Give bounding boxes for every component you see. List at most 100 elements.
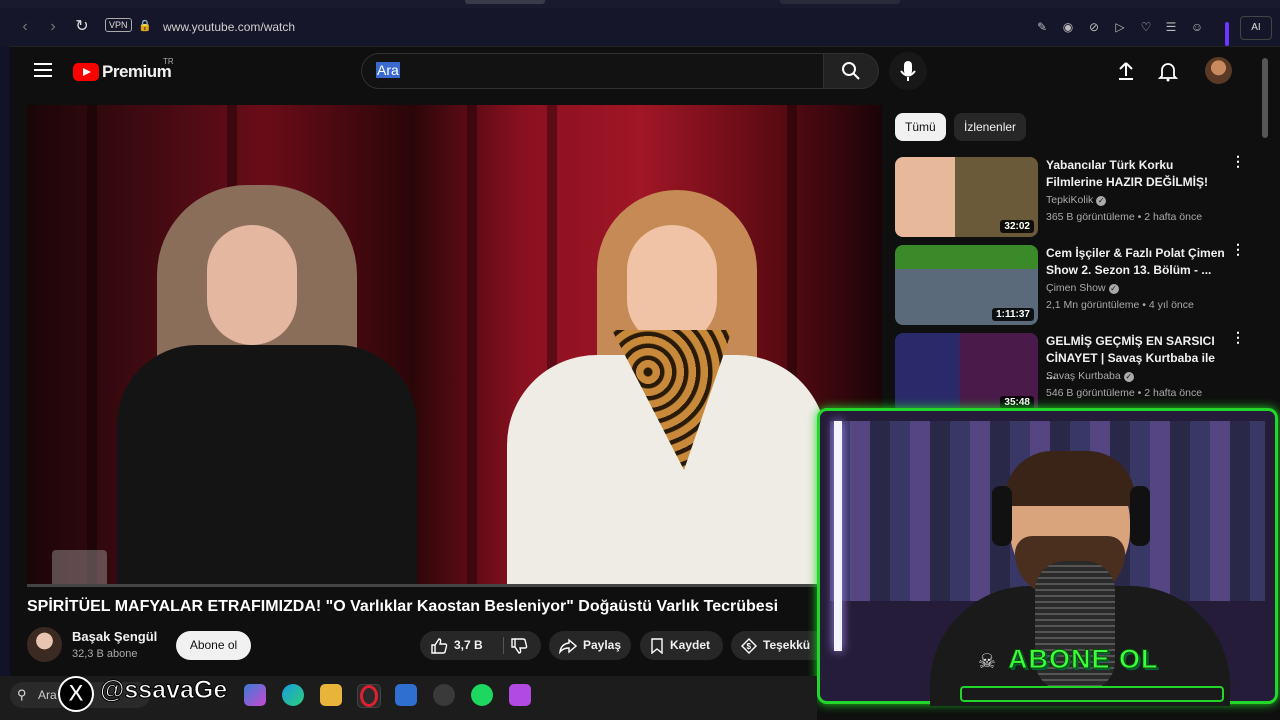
browser-sidebar xyxy=(0,46,10,720)
ai-button[interactable]: AI xyxy=(1240,16,1272,40)
overlay-bar xyxy=(960,686,1224,702)
video-title: SPİRİTÜEL MAFYALAR ETRAFIMIZDA! "O Varlı… xyxy=(27,598,779,615)
recommendation-item[interactable]: 1:11:37 Cem İşçiler & Fazlı Polat Çimen … xyxy=(895,242,1250,327)
thanks-icon: $ xyxy=(741,631,757,660)
edge-icon[interactable] xyxy=(282,684,304,706)
browser-tab[interactable] xyxy=(465,0,545,4)
subscribe-banner: ABONE OL xyxy=(1008,644,1159,675)
logo-text: Premium xyxy=(102,62,172,81)
tab-strip xyxy=(0,0,1280,8)
video-player[interactable] xyxy=(27,105,882,585)
chip-all[interactable]: Tümü xyxy=(895,113,946,141)
headphones xyxy=(1130,486,1150,546)
x-handle-overlay: X @ssavaGe xyxy=(58,676,228,712)
copilot-icon[interactable] xyxy=(244,684,266,706)
menu-icon[interactable] xyxy=(34,63,52,77)
search-input[interactable]: Ara xyxy=(361,53,825,89)
video-thumbnail[interactable]: 1:11:37 xyxy=(895,245,1038,325)
address-bar: ‹ › ↻ VPN 🔒 www.youtube.com/watch ✎ ◉ ⊘ … xyxy=(0,8,1280,47)
search-icon xyxy=(842,62,860,80)
recommendation-channel[interactable]: Çimen Show ✓ xyxy=(1046,282,1119,294)
recommendation-channel[interactable]: TepkiKolik ✓ xyxy=(1046,194,1107,206)
share-button[interactable]: Paylaş xyxy=(549,631,631,660)
recommendation-item[interactable]: 35:48 GELMİŞ GEÇMİŞ EN SARSICI CİNAYET |… xyxy=(895,330,1250,415)
verified-icon: ✓ xyxy=(1108,284,1119,294)
curtain-fold xyxy=(467,105,477,585)
scrollbar-thumb[interactable] xyxy=(1262,58,1268,138)
file-explorer-icon[interactable] xyxy=(320,684,342,706)
headphones xyxy=(992,486,1012,546)
url-field[interactable]: www.youtube.com/watch xyxy=(163,20,295,34)
forward-icon[interactable]: › xyxy=(44,18,62,36)
lock-icon[interactable]: 🔒 xyxy=(138,19,152,32)
settings-icon[interactable] xyxy=(433,684,455,706)
recommendation-channel[interactable]: Savaş Kurtbaba ✓ xyxy=(1046,370,1134,382)
curtain-fold xyxy=(87,105,97,585)
notifications-icon[interactable] xyxy=(1157,60,1179,82)
subscribe-button[interactable]: Abone ol xyxy=(176,631,251,660)
skull-icon: ☠ xyxy=(978,651,996,673)
voice-search-button[interactable] xyxy=(889,52,927,90)
thanks-label: Teşekkü xyxy=(763,638,811,652)
recommendation-title[interactable]: Cem İşçiler & Fazlı Polat Çimen Show 2. … xyxy=(1046,245,1226,279)
recommendation-title[interactable]: Yabancılar Türk Korku Filmlerine HAZIR D… xyxy=(1046,157,1226,191)
mail-icon[interactable] xyxy=(395,684,417,706)
youtube-play-icon xyxy=(73,63,99,81)
save-label: Kaydet xyxy=(670,638,711,652)
verified-icon: ✓ xyxy=(1123,372,1134,382)
recommendation-meta: 546 B görüntüleme • 2 hafta önce xyxy=(1046,387,1203,399)
profile-icon[interactable]: ☺ xyxy=(1189,19,1205,35)
reload-icon[interactable]: ↻ xyxy=(73,18,91,36)
chip-watched[interactable]: İzlenenler xyxy=(954,113,1027,141)
camera-icon[interactable]: ◉ xyxy=(1060,19,1076,35)
recommendation-meta: 365 B görüntüleme • 2 hafta önce xyxy=(1046,211,1203,223)
back-icon[interactable]: ‹ xyxy=(16,18,34,36)
like-icon[interactable] xyxy=(430,631,448,660)
host-figure xyxy=(627,225,717,345)
video-duration: 1:11:37 xyxy=(992,308,1034,321)
edit-icon[interactable]: ✎ xyxy=(1034,19,1050,35)
verified-icon: ✓ xyxy=(1096,196,1107,206)
save-icon xyxy=(650,631,664,660)
x-logo-icon: X xyxy=(58,676,94,712)
more-options-icon[interactable]: ⋮ xyxy=(1231,242,1245,256)
like-count[interactable]: 3,7 B xyxy=(454,638,483,652)
microphone-icon xyxy=(900,61,916,81)
video-thumbnail[interactable]: 35:48 xyxy=(895,333,1038,413)
account-avatar[interactable] xyxy=(1205,57,1232,84)
search-button[interactable] xyxy=(823,53,879,89)
save-button[interactable]: Kaydet xyxy=(640,631,723,660)
sidebar-toggle[interactable] xyxy=(1225,22,1229,46)
guest-figure xyxy=(117,345,417,585)
webcam-frame: ☠ ABONE OL xyxy=(817,408,1278,706)
youtube-premium-logo[interactable]: Premium TR xyxy=(73,57,174,82)
video-thumbnail[interactable]: 32:02 xyxy=(895,157,1038,237)
opera-icon[interactable] xyxy=(357,684,381,708)
vpn-badge[interactable]: VPN xyxy=(105,18,132,32)
recommendation-meta: 2,1 Mn görüntüleme • 4 yıl önce xyxy=(1046,299,1194,311)
like-dislike-group: 3,7 B xyxy=(420,631,541,660)
taskbar-search-text: Ara xyxy=(38,688,57,702)
water-glass xyxy=(52,550,107,585)
block-icon[interactable]: ⊘ xyxy=(1086,19,1102,35)
recommendation-item[interactable]: 32:02 Yabancılar Türk Korku Filmlerine H… xyxy=(895,154,1250,239)
channel-name[interactable]: Başak Şengül xyxy=(72,629,157,644)
channel-avatar[interactable] xyxy=(27,627,62,662)
list-icon[interactable]: ☰ xyxy=(1163,19,1179,35)
thanks-button[interactable]: $ Teşekkü xyxy=(731,631,817,660)
dislike-icon[interactable] xyxy=(510,631,528,660)
video-duration: 32:02 xyxy=(1000,220,1034,233)
spotify-icon[interactable] xyxy=(471,684,493,706)
share-icon xyxy=(558,631,578,660)
like-divider xyxy=(503,637,504,654)
heart-icon[interactable]: ♡ xyxy=(1138,19,1154,35)
more-options-icon[interactable]: ⋮ xyxy=(1231,330,1245,344)
camera-app-icon[interactable] xyxy=(509,684,531,706)
more-options-icon[interactable]: ⋮ xyxy=(1231,154,1245,168)
webcam-overlay: ☠ ABONE OL xyxy=(817,408,1280,720)
browser-tab[interactable] xyxy=(780,0,900,4)
upload-icon[interactable] xyxy=(1115,60,1137,82)
search-query: Ara xyxy=(376,62,400,78)
video-progress-bar[interactable] xyxy=(27,584,882,587)
play-icon[interactable]: ▷ xyxy=(1112,19,1128,35)
